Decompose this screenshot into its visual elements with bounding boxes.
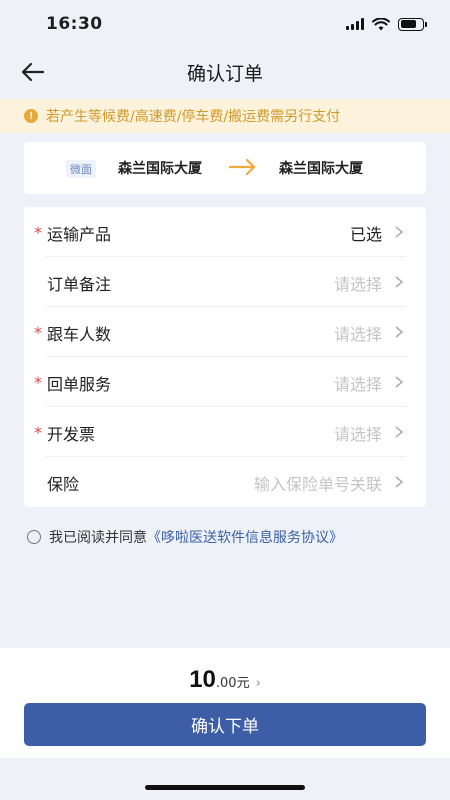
route-card: 微面 森兰国际大厦 森兰国际大厦 xyxy=(24,142,426,194)
row-value: 请选择 xyxy=(333,275,382,294)
battery-icon xyxy=(398,17,427,31)
row-value: 已选 xyxy=(349,225,382,244)
status-icons xyxy=(346,17,427,31)
confirm-order-button[interactable]: 确认下单 xyxy=(24,703,426,746)
arrow-right-icon xyxy=(229,158,256,176)
row-value: 请选择 xyxy=(333,325,382,344)
chevron-right-icon xyxy=(395,276,404,288)
required-asterisk: * xyxy=(34,373,42,392)
required-asterisk: * xyxy=(34,323,42,342)
price-detail[interactable]: 10 .00 元 › xyxy=(0,666,450,694)
home-indicator xyxy=(145,785,305,790)
chevron-right-icon xyxy=(395,426,404,438)
route-origin: 森兰国际大厦 xyxy=(118,161,202,177)
bottom-bar: 10 .00 元 › 确认下单 xyxy=(0,648,450,758)
status-bar: 16:30 xyxy=(0,0,450,48)
agreement: 我已阅读并同意 《哆啦医送软件信息服务协议》 xyxy=(27,527,343,547)
notice-banner: ! 若产生等候费/高速费/停车费/搬运费需另行支付 xyxy=(0,99,450,133)
row-value: 请选择 xyxy=(333,375,382,394)
page-title: 确认订单 xyxy=(186,62,263,85)
arrow-left-icon xyxy=(21,62,45,82)
form-row-invoice[interactable]: * 开发票 请选择 xyxy=(24,407,426,457)
price-unit: 元 xyxy=(236,676,250,691)
form-row-insurance[interactable]: 保险 输入保险单号关联 xyxy=(24,457,426,507)
exclamation-icon: ! xyxy=(24,109,38,123)
chevron-right-icon: › xyxy=(255,676,261,691)
row-value: 请选择 xyxy=(333,425,382,444)
row-label: 订单备注 xyxy=(47,275,112,294)
row-label: 保险 xyxy=(47,475,80,494)
order-form: * 运输产品 已选 订单备注 请选择 * 跟车人数 请选择 * 回单服务 请选择… xyxy=(24,207,426,507)
row-label: 跟车人数 xyxy=(47,325,112,344)
route-destination: 森兰国际大厦 xyxy=(279,161,363,177)
agreement-prefix: 我已阅读并同意 xyxy=(49,530,147,546)
chevron-right-icon xyxy=(395,326,404,338)
vehicle-type-tag: 微面 xyxy=(66,160,96,178)
price-decimal: .00 xyxy=(215,676,237,691)
insurance-input[interactable]: 输入保险单号关联 xyxy=(254,471,382,495)
row-label: 开发票 xyxy=(47,425,96,444)
required-asterisk: * xyxy=(34,423,42,442)
wifi-icon xyxy=(372,17,390,30)
form-row-escort-count[interactable]: * 跟车人数 请选择 xyxy=(24,307,426,357)
back-button[interactable] xyxy=(18,58,48,86)
agree-radio[interactable] xyxy=(27,530,41,544)
cellular-signal-icon xyxy=(346,18,364,30)
form-row-receipt-service[interactable]: * 回单服务 请选择 xyxy=(24,357,426,407)
required-asterisk: * xyxy=(34,223,42,242)
notice-text: 若产生等候费/高速费/停车费/搬运费需另行支付 xyxy=(46,109,341,125)
form-row-order-remark[interactable]: 订单备注 请选择 xyxy=(24,257,426,307)
chevron-right-icon xyxy=(395,376,404,388)
status-time: 16:30 xyxy=(46,14,103,34)
agreement-link[interactable]: 《哆啦医送软件信息服务协议》 xyxy=(147,527,343,547)
chevron-right-icon xyxy=(395,476,404,488)
form-row-transport-product[interactable]: * 运输产品 已选 xyxy=(24,207,426,257)
row-label: 运输产品 xyxy=(47,225,112,244)
price-integer: 10 xyxy=(189,666,216,693)
row-label: 回单服务 xyxy=(47,375,112,394)
nav-bar: 确认订单 xyxy=(0,48,450,96)
chevron-right-icon xyxy=(395,226,404,238)
